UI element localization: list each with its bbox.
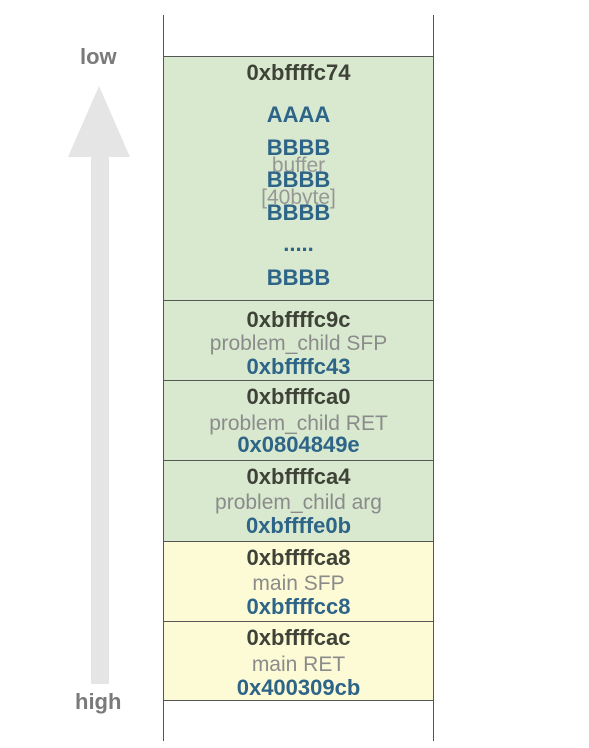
stack-cell: 0xbffffc9c problem_child SFP 0xbffffc43 <box>164 300 433 381</box>
cell-label: main RET <box>251 653 346 676</box>
low-address-label: low <box>80 44 117 69</box>
cell-address: 0xbffffc9c <box>246 307 351 332</box>
cell-label: main SFP <box>252 572 345 595</box>
buffer-content: BBBB <box>266 265 331 290</box>
stack-cell: 0xbffffca0 problem_child RET 0x0804849e <box>164 380 433 461</box>
buffer-content: AAAA <box>266 102 331 127</box>
buffer-address: 0xbffffc74 <box>246 60 351 85</box>
cell-address: 0xbffffca4 <box>246 464 351 489</box>
buffer-content: BBBB <box>266 167 331 192</box>
buffer-cell: 0xbffffc74 buffer [40byte] AAAA BBBB BBB… <box>164 56 433 301</box>
cell-value: 0xbffffcc8 <box>246 594 351 619</box>
buffer-content: BBBB <box>266 200 331 225</box>
cell-value: 0xbffffe0b <box>245 513 352 538</box>
cell-address: 0xbffffca8 <box>246 545 351 570</box>
stack-cell: 0xbffffca4 problem_child arg 0xbffffe0b <box>164 460 433 542</box>
up-arrow-icon <box>68 86 130 684</box>
cell-label: problem_child SFP <box>209 332 388 355</box>
cell-address: 0xbffffca0 <box>246 384 351 409</box>
stack-cell: 0xbffffcac main RET 0x400309cb <box>164 621 433 701</box>
stack-cell: 0xbffffca8 main SFP 0xbffffcc8 <box>164 541 433 622</box>
cell-value: 0xbffffc43 <box>246 354 351 379</box>
stack-bottom-line <box>164 700 433 701</box>
buffer-content: BBBB <box>266 135 331 160</box>
stack-right-border <box>433 15 434 741</box>
cell-value: 0x0804849e <box>237 432 360 457</box>
high-address-label: high <box>75 689 122 714</box>
buffer-content: ..... <box>283 231 314 256</box>
cell-label: problem_child arg <box>215 491 382 514</box>
cell-value: 0x400309cb <box>236 675 361 700</box>
cell-address: 0xbffffcac <box>246 625 351 650</box>
